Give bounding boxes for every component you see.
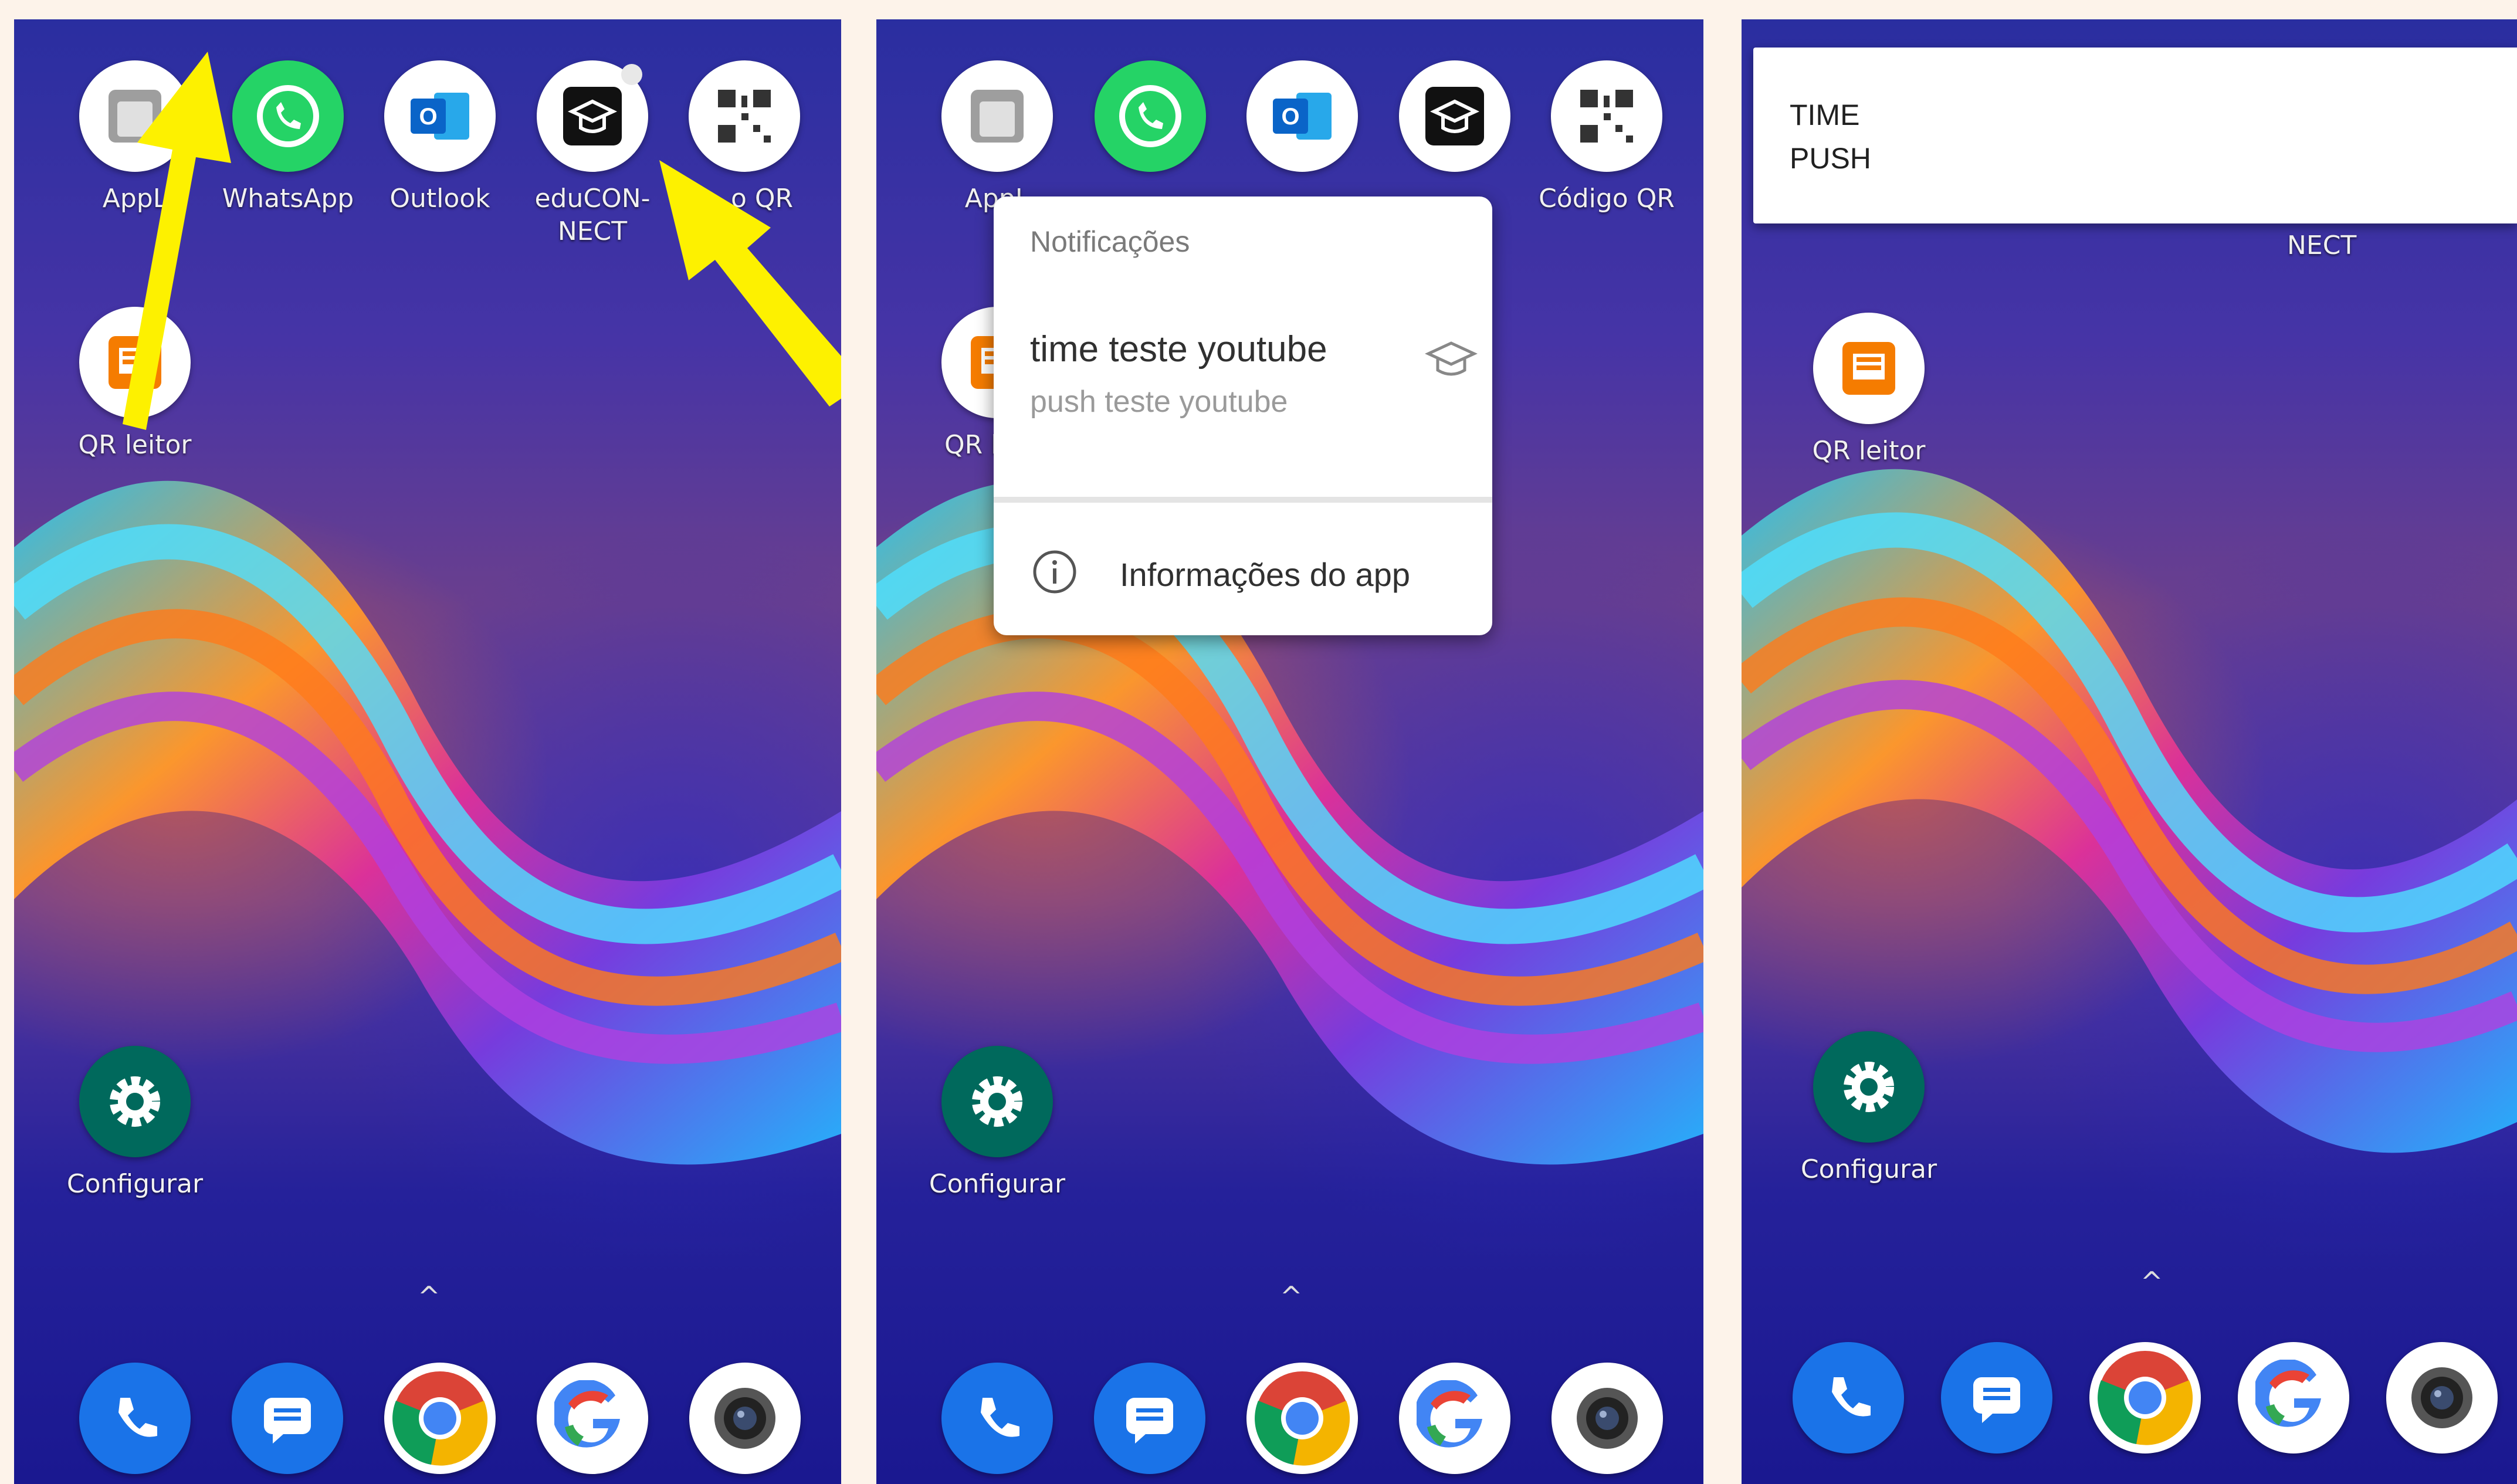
configurar-app[interactable]: Configurar bbox=[921, 1046, 1073, 1201]
chrome-icon[interactable] bbox=[2089, 1342, 2201, 1453]
camera-icon[interactable] bbox=[1551, 1363, 1663, 1474]
configurar-label: Configurar bbox=[929, 1169, 1066, 1199]
outlook-icon: O bbox=[1246, 60, 1358, 172]
wallpaper-wave bbox=[1742, 469, 2517, 1153]
messages-icon[interactable] bbox=[1094, 1363, 1205, 1474]
messages-icon[interactable] bbox=[1941, 1342, 2052, 1453]
notifications-header: Notificações bbox=[1030, 225, 1190, 258]
yellow-arrow-right bbox=[659, 160, 841, 406]
heads-up-notification[interactable]: TIME PUSH bbox=[1753, 48, 2517, 223]
phone-icon[interactable] bbox=[1793, 1342, 1904, 1453]
educonnect-app[interactable] bbox=[1378, 60, 1531, 172]
svg-text:O: O bbox=[1281, 104, 1299, 130]
app-drawer-chevron[interactable]: ^ bbox=[2140, 1266, 2163, 1297]
notification-title[interactable]: time teste youtube bbox=[1030, 328, 1327, 370]
google-icon[interactable] bbox=[2238, 1342, 2349, 1453]
applock-app[interactable]: AppL bbox=[921, 60, 1073, 215]
app-info-item[interactable]: Informações do app bbox=[1120, 555, 1410, 594]
qr-reader-icon bbox=[1813, 313, 1925, 424]
graduation-cap-icon bbox=[1425, 341, 1478, 376]
whatsapp-icon bbox=[1095, 60, 1206, 172]
phone-icon[interactable] bbox=[941, 1363, 1053, 1474]
qr-leitor-app[interactable]: QR leitor bbox=[1793, 313, 1945, 467]
app-drawer-chevron[interactable]: ^ bbox=[1280, 1280, 1303, 1312]
camera-icon[interactable] bbox=[689, 1363, 801, 1474]
popup-divider bbox=[994, 497, 1492, 503]
whatsapp-app[interactable] bbox=[1074, 60, 1227, 172]
outlook-app[interactable]: O bbox=[1226, 60, 1378, 172]
home-screen-2: AppL O Código QR QR le Configurar ^ Noti… bbox=[876, 19, 1703, 1484]
messages-icon[interactable] bbox=[232, 1363, 343, 1474]
app-drawer-chevron[interactable]: ^ bbox=[418, 1280, 441, 1312]
qr-code-icon bbox=[1551, 60, 1662, 172]
gear-icon bbox=[1813, 1031, 1925, 1143]
annotation-arrows bbox=[123, 52, 841, 430]
codigo-qr-label: Código QR bbox=[1539, 184, 1675, 214]
codigo-qr-app[interactable]: Código QR bbox=[1530, 60, 1683, 215]
configurar-label: Configurar bbox=[66, 1169, 204, 1199]
home-screen-3: NECT QR leitor Configurar ^ TIME PUSH bbox=[1742, 19, 2517, 1484]
gear-icon bbox=[941, 1046, 1053, 1157]
notification-body: PUSH bbox=[1790, 142, 1871, 175]
camera-icon[interactable] bbox=[2386, 1342, 2498, 1453]
gear-icon bbox=[79, 1046, 191, 1157]
applock-icon bbox=[941, 60, 1053, 172]
yellow-arrow-left bbox=[123, 52, 231, 430]
educonnect-label-partial: NECT bbox=[2287, 231, 2357, 260]
info-icon bbox=[1033, 550, 1076, 594]
home-screen-1: AppL WhatsApp O Outlook eduCON- NECT o Q… bbox=[14, 19, 841, 1484]
configurar-app[interactable]: Configurar bbox=[59, 1046, 211, 1201]
chrome-icon[interactable] bbox=[1246, 1363, 1358, 1474]
google-icon[interactable] bbox=[1399, 1363, 1510, 1474]
chrome-icon[interactable] bbox=[384, 1363, 496, 1474]
educonnect-icon bbox=[1399, 60, 1510, 172]
notification-title: TIME bbox=[1790, 99, 1860, 131]
notification-text[interactable]: push teste youtube bbox=[1030, 384, 1288, 419]
configurar-app[interactable]: Configurar bbox=[1793, 1031, 1945, 1186]
phone-icon[interactable] bbox=[79, 1363, 191, 1474]
qr-leitor-label: QR leitor bbox=[1812, 436, 1926, 466]
configurar-label: Configurar bbox=[1800, 1154, 1937, 1184]
app-shortcut-popup: Notificações time teste youtube push tes… bbox=[994, 196, 1492, 635]
google-icon[interactable] bbox=[537, 1363, 648, 1474]
